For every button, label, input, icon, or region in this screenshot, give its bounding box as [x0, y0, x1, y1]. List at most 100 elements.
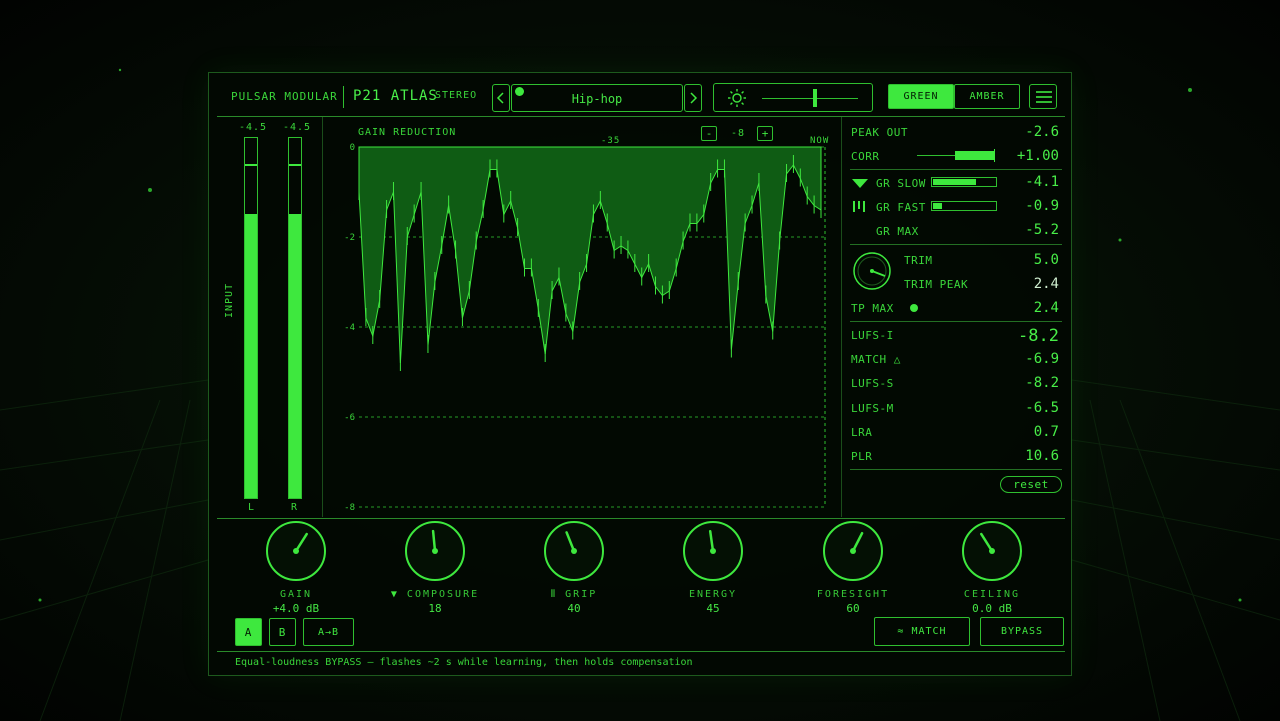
gr-slow-value: -4.1: [1025, 174, 1059, 190]
theme-amber-button[interactable]: AMBER: [954, 84, 1020, 109]
gain-knob[interactable]: [264, 519, 328, 583]
lufs-m-label: LUFS-M: [851, 402, 894, 415]
copy-a-to-b-button[interactable]: A→B: [303, 618, 354, 646]
gr-fast-label: GR FAST: [876, 201, 926, 214]
input-meter-left: [244, 137, 258, 499]
gr-slow-bar: [931, 177, 997, 187]
left-meter-fill: [245, 213, 257, 498]
lra-label: LRA: [851, 426, 873, 439]
readout-separator: [850, 169, 1062, 170]
composure-knob[interactable]: [403, 519, 467, 583]
grip-knob[interactable]: [542, 519, 606, 583]
gr-fast-bar-fill: [933, 203, 943, 209]
knob-label: FORESIGHT: [793, 589, 913, 600]
match-label: MATCH △: [851, 353, 901, 366]
product-name: P21 ATLAS: [353, 88, 438, 104]
knob-label-text: COMPOSURE: [406, 589, 480, 600]
knob-label: ⦀ GRIP: [514, 589, 634, 600]
grip-bars-icon: [853, 201, 865, 212]
knob-foresight: FORESIGHT 60: [793, 519, 913, 615]
menu-button[interactable]: [1029, 84, 1057, 109]
peak-out-value: -2.6: [1025, 124, 1059, 140]
graph-divider: [841, 117, 842, 517]
lufs-m-value: -6.5: [1025, 400, 1059, 416]
gr-y-tick-label: -6: [344, 413, 355, 423]
gr-fast-value: -0.9: [1025, 198, 1059, 214]
knob-composure: ▼ COMPOSURE 18: [375, 519, 495, 615]
plr-value: 10.6: [1025, 448, 1059, 464]
knob-label-text: CEILING: [963, 589, 1021, 600]
plr-label: PLR: [851, 450, 873, 463]
brightness-slider-thumb[interactable]: [812, 89, 817, 107]
composure-triangle-icon: [852, 179, 868, 188]
preset-name: Hip-hop: [571, 92, 623, 106]
input-left-peak: -4.5: [239, 122, 268, 133]
knob-grip: ⦀ GRIP 40: [514, 519, 634, 615]
mode-label: STEREO: [435, 90, 478, 101]
knob-label-text: ENERGY: [688, 589, 738, 600]
ab-slot-a-button[interactable]: A: [235, 618, 262, 646]
reset-button[interactable]: reset: [1000, 476, 1062, 493]
input-label: INPUT: [224, 282, 235, 318]
gr-fast-bar: [931, 201, 997, 211]
knob-value: 40: [567, 602, 581, 615]
lufs-s-label: LUFS-S: [851, 377, 894, 390]
input-meter-right: [288, 137, 302, 499]
knob-value: 0.0 dB: [972, 602, 1012, 615]
plugin-window: PULSAR MODULAR P21 ATLAS STEREO Hip-hop …: [208, 72, 1072, 676]
composure-triangle-icon: ▼: [390, 589, 407, 600]
knob-label: ENERGY: [653, 589, 773, 600]
footer-separator: [217, 651, 1065, 652]
knob-gain: GAIN +4.0 dB: [236, 519, 356, 615]
chevron-right-icon: [690, 92, 698, 104]
input-right-peak: -4.5: [283, 122, 312, 133]
grip-bars-icon: ⦀: [550, 589, 566, 600]
corr-end-marker: [994, 149, 995, 162]
ceiling-knob[interactable]: [960, 519, 1024, 583]
foresight-knob[interactable]: [821, 519, 885, 583]
knob-label: ▼ COMPOSURE: [375, 589, 495, 600]
knob-energy: ENERGY 45: [653, 519, 773, 615]
bypass-button[interactable]: BYPASS: [980, 617, 1064, 646]
right-meter-fill: [289, 213, 301, 498]
gain-reduction-graph: 0 -2 -4 -6 -8: [344, 143, 826, 513]
trim-peak-value: 2.4: [1033, 276, 1059, 292]
knob-ceiling: CEILING 0.0 dB: [932, 519, 1052, 615]
trim-label: TRIM: [904, 254, 933, 267]
header-divider: [343, 86, 344, 108]
knob-label-text: GRIP: [565, 589, 598, 600]
gr-y-tick-label: 0: [350, 143, 355, 153]
knob-value: 60: [846, 602, 860, 615]
ab-slot-b-button[interactable]: B: [269, 618, 296, 646]
brightness-control[interactable]: [713, 83, 873, 112]
tp-max-value: 2.4: [1033, 300, 1059, 316]
gr-slow-label: GR SLOW: [876, 177, 926, 190]
energy-knob[interactable]: [681, 519, 745, 583]
status-bar-text: Equal-loudness BYPASS — flashes ~2 s whi…: [235, 657, 693, 668]
brightness-track: [762, 98, 858, 99]
meter-right-label: R: [291, 502, 299, 513]
hamburger-icon: [1036, 91, 1052, 103]
peak-out-label: PEAK OUT: [851, 126, 908, 139]
preset-prev-button[interactable]: [492, 84, 510, 112]
zoom-value: -8: [731, 128, 746, 139]
right-peak-hold: [289, 164, 301, 166]
meter-divider: [322, 117, 323, 517]
knob-value: 18: [428, 602, 442, 615]
trim-knob[interactable]: [852, 251, 892, 291]
gr-graph-title: GAIN REDUCTION: [358, 127, 457, 138]
preset-selector[interactable]: Hip-hop: [511, 84, 683, 112]
gr-max-value: -5.2: [1025, 222, 1059, 238]
tp-max-label: TP MAX: [851, 302, 894, 315]
theme-green-button[interactable]: GREEN: [888, 84, 954, 109]
corr-label: CORR: [851, 150, 880, 163]
corr-value: +1.00: [1016, 148, 1059, 164]
preset-next-button[interactable]: [684, 84, 702, 112]
lufs-i-value: -8.2: [1018, 326, 1059, 346]
gr-y-tick-label: -2: [344, 233, 355, 243]
tp-max-indicator: [910, 304, 918, 312]
readout-separator: [850, 244, 1062, 245]
lufs-i-label: LUFS-I: [851, 329, 894, 342]
match-button[interactable]: ≈ MATCH: [874, 617, 970, 646]
readout-separator: [850, 321, 1062, 322]
